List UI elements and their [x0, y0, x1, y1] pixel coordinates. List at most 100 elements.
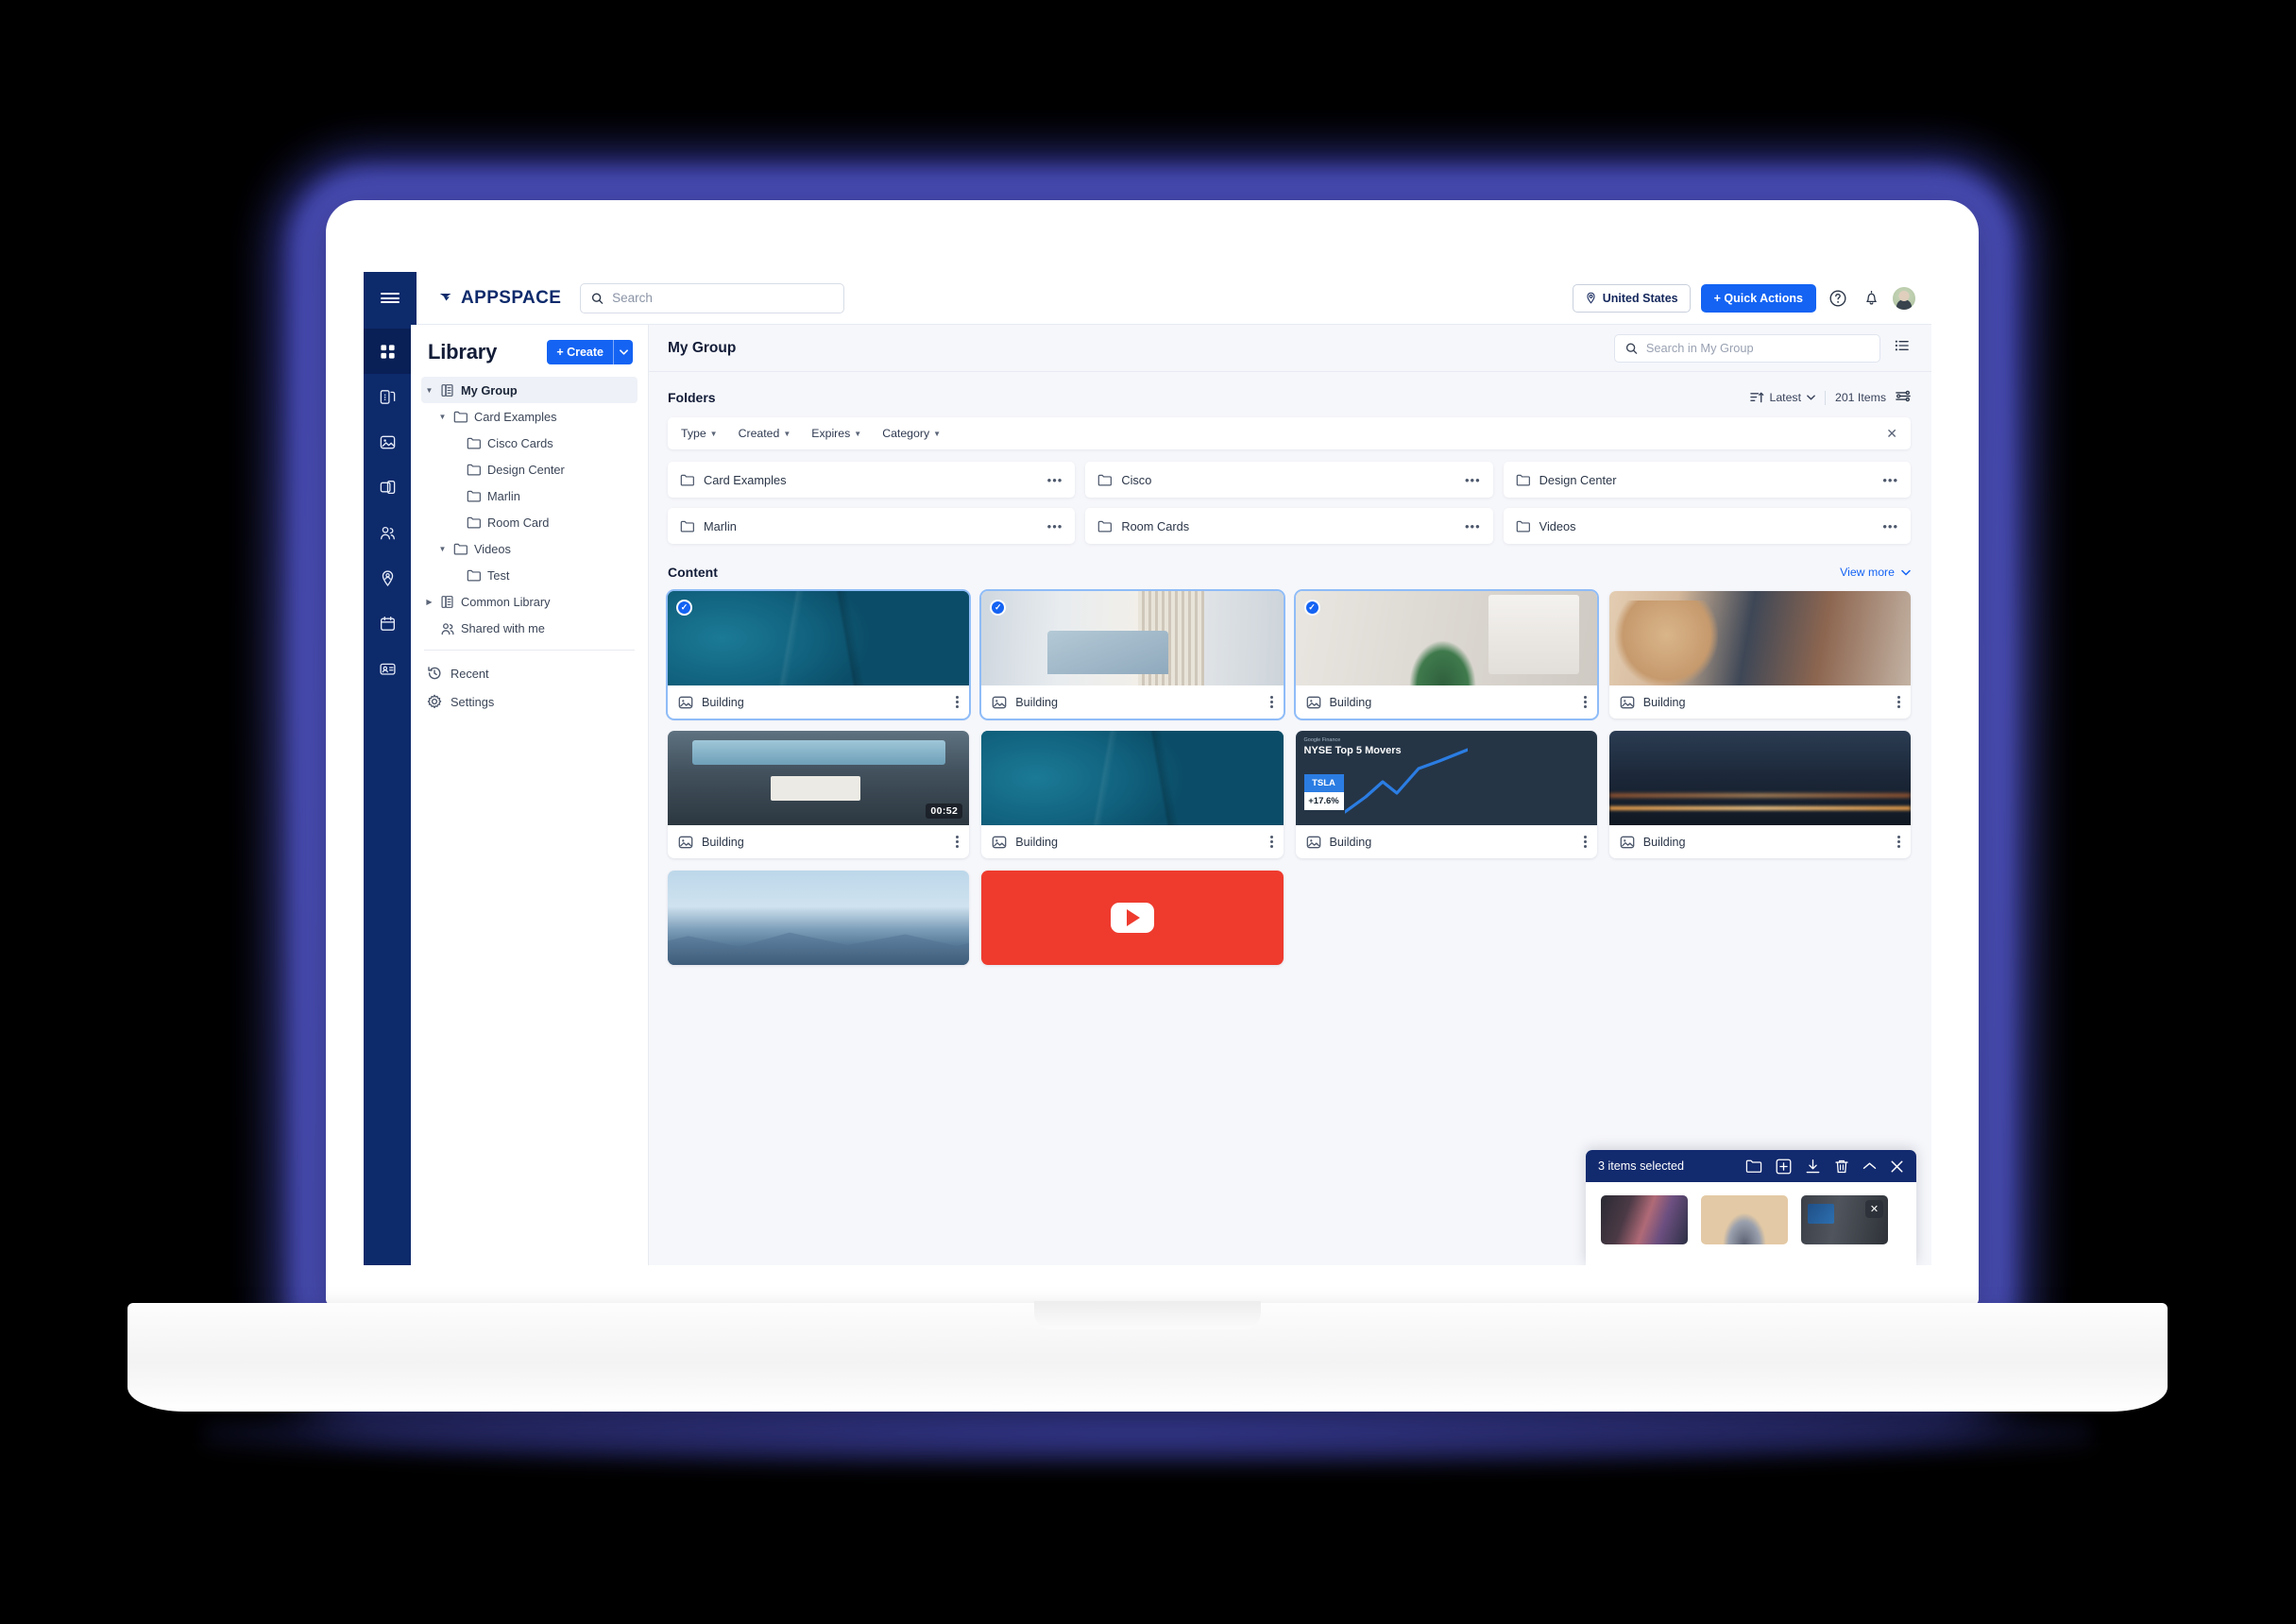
card-title: Building — [702, 835, 744, 849]
filter-category[interactable]: Category ▼ — [882, 427, 941, 440]
content-card[interactable]: 00:52 Building — [668, 731, 970, 858]
remove-selection-icon[interactable]: ✕ — [1865, 1200, 1883, 1218]
card-menu-button[interactable] — [1897, 834, 1900, 850]
filter-settings-button[interactable] — [1896, 389, 1911, 406]
card-caption: Building — [1296, 825, 1597, 858]
folder-menu-button[interactable]: ••• — [1465, 473, 1481, 487]
card-menu-button[interactable] — [1583, 694, 1587, 710]
tree-item-room-card[interactable]: ▼Room Card — [421, 509, 638, 535]
move-to-folder-icon[interactable] — [1745, 1159, 1762, 1174]
card-thumbnail — [981, 871, 1284, 965]
tree-item-design-center[interactable]: ▼Design Center — [421, 456, 638, 482]
selected-thumbnail[interactable] — [1701, 1195, 1788, 1244]
selected-thumbnail[interactable] — [1601, 1195, 1688, 1244]
rail-item-users[interactable] — [364, 510, 411, 555]
rail-item-dashboard[interactable] — [364, 329, 411, 374]
rail-item-visitor[interactable] — [364, 555, 411, 601]
chevron-down-icon[interactable]: ▼ — [438, 545, 447, 553]
content-card[interactable] — [668, 871, 970, 965]
chevron-right-icon[interactable]: ▶ — [425, 598, 434, 606]
selected-thumbnail[interactable]: ✕ — [1801, 1195, 1888, 1244]
card-title: Building — [1642, 695, 1686, 709]
add-to-icon[interactable] — [1776, 1159, 1792, 1175]
sidebar-item-settings[interactable]: Settings — [411, 687, 648, 716]
content-card[interactable]: ✓ Building — [981, 591, 1284, 719]
rail-item-media[interactable] — [364, 419, 411, 465]
filter-type[interactable]: Type ▼ — [681, 427, 718, 440]
content-card[interactable]: Building — [981, 731, 1284, 858]
folder-card[interactable]: Card Examples ••• — [668, 462, 1076, 498]
tree-item-my-group[interactable]: ▼ My Group — [421, 377, 638, 403]
delete-icon[interactable] — [1834, 1159, 1849, 1175]
download-icon[interactable] — [1805, 1159, 1821, 1175]
sort-control[interactable]: Latest — [1749, 391, 1816, 404]
content-card[interactable] — [981, 871, 1284, 965]
folder-menu-button[interactable]: ••• — [1465, 519, 1481, 533]
content-card[interactable]: ✓ Building — [668, 591, 970, 719]
view-more-button[interactable]: View more — [1840, 566, 1911, 579]
create-dropdown-button[interactable] — [613, 340, 633, 364]
folder-card[interactable]: Design Center ••• — [1503, 462, 1911, 498]
folder-name: Videos — [1539, 518, 1576, 533]
create-button[interactable]: + Create — [547, 340, 613, 364]
filter-expires[interactable]: Expires ▼ — [811, 427, 861, 440]
tree-item-test[interactable]: ▼Test — [421, 562, 638, 588]
search-input[interactable] — [612, 291, 834, 305]
rail-item-badge[interactable] — [364, 646, 411, 691]
group-search[interactable] — [1614, 333, 1880, 363]
content-card[interactable]: ✓ Building — [1295, 591, 1597, 719]
selected-checkmark-icon[interactable]: ✓ — [990, 600, 1007, 616]
tree-item-videos[interactable]: ▼ Videos — [421, 535, 638, 562]
folder-menu-button[interactable]: ••• — [1882, 519, 1898, 533]
notifications-button[interactable] — [1860, 287, 1882, 310]
card-menu-button[interactable] — [956, 834, 960, 850]
tree-item-common-library[interactable]: ▶ Common Library — [421, 588, 638, 615]
avatar[interactable] — [1893, 286, 1915, 310]
folder-icon — [467, 489, 481, 503]
folder-menu-button[interactable]: ••• — [1047, 519, 1063, 533]
chevron-up-icon — [1862, 1162, 1877, 1169]
rail-item-channels[interactable] — [364, 465, 411, 510]
brand-logo[interactable]: APPSPACE — [417, 288, 580, 309]
folder-card[interactable]: Marlin ••• — [668, 508, 1076, 544]
clear-filters-button[interactable]: ✕ — [1886, 426, 1897, 442]
chevron-down-icon[interactable]: ▼ — [438, 413, 447, 421]
card-menu-button[interactable] — [1269, 834, 1273, 850]
laptop-screen: APPSPACE United States — [364, 272, 1931, 1265]
global-search[interactable] — [580, 282, 845, 313]
rail-item-devices[interactable] — [364, 374, 411, 419]
close-icon[interactable] — [1890, 1159, 1904, 1174]
tree-item-marlin[interactable]: ▼Marlin — [421, 482, 638, 509]
selected-checkmark-icon[interactable]: ✓ — [676, 600, 692, 616]
folder-card[interactable]: Videos ••• — [1503, 508, 1911, 544]
rail-item-calendar[interactable] — [364, 601, 411, 646]
filter-created[interactable]: Created ▼ — [739, 427, 791, 440]
folder-menu-button[interactable]: ••• — [1047, 473, 1063, 487]
tree-item-shared-with-me[interactable]: ▼Shared with me — [421, 615, 638, 641]
content-card[interactable]: Google Finance NYSE Top 5 Movers TSLA +17.6… — [1295, 731, 1597, 858]
tree-item-card-examples[interactable]: ▼ Card Examples — [421, 403, 638, 430]
region-selector[interactable]: United States — [1572, 283, 1691, 313]
card-menu-button[interactable] — [956, 694, 960, 710]
collapse-icon[interactable] — [1862, 1161, 1877, 1171]
content-scroll-area[interactable]: Folders Latest 201 Items Type ▼ Created … — [649, 372, 1931, 1265]
content-card[interactable]: Building — [1608, 591, 1911, 719]
list-view-toggle[interactable] — [1894, 337, 1911, 359]
chevron-down-icon[interactable]: ▼ — [425, 386, 434, 395]
image-type-icon — [1620, 695, 1635, 710]
menu-toggle-button[interactable] — [364, 272, 417, 325]
quick-actions-button[interactable]: + Quick Actions — [1700, 283, 1816, 313]
group-search-input[interactable] — [1645, 341, 1869, 355]
card-caption: Building — [1296, 685, 1597, 719]
content-card[interactable]: Building — [1608, 731, 1911, 858]
card-menu-button[interactable] — [1269, 694, 1273, 710]
tree-item-cisco-cards[interactable]: ▼Cisco Cards — [421, 430, 638, 456]
folder-card[interactable]: Cisco ••• — [1085, 462, 1493, 498]
card-menu-button[interactable] — [1897, 694, 1900, 710]
selected-checkmark-icon[interactable]: ✓ — [1303, 600, 1320, 616]
folder-card[interactable]: Room Cards ••• — [1085, 508, 1493, 544]
folder-menu-button[interactable]: ••• — [1882, 473, 1898, 487]
sidebar-item-recent[interactable]: Recent — [411, 659, 648, 687]
card-menu-button[interactable] — [1583, 834, 1587, 850]
help-button[interactable] — [1827, 287, 1849, 310]
